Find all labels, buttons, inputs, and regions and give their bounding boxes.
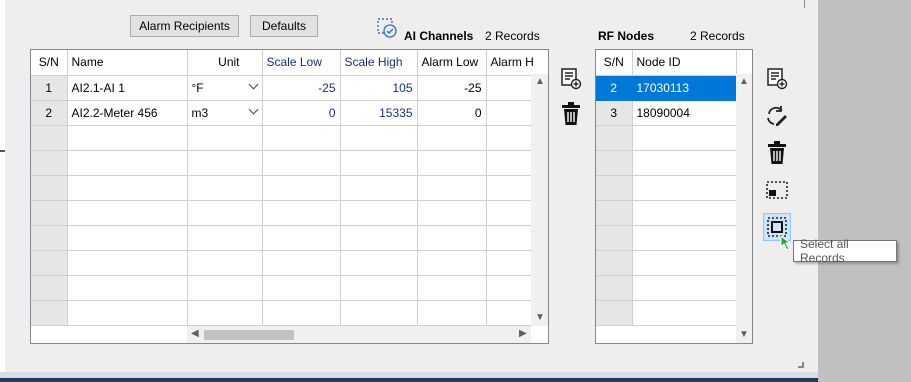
scroll-thumb[interactable]	[204, 330, 294, 340]
row-sn: 3	[596, 100, 633, 126]
scroll-up-icon[interactable]: ▲	[535, 77, 545, 87]
chevron-down-icon[interactable]	[248, 104, 258, 114]
row-alarm-low[interactable]: -25	[417, 75, 487, 101]
alarm-recipients-button[interactable]: Alarm Recipients	[130, 15, 239, 37]
add-record-button[interactable]	[558, 65, 584, 91]
row-scale-high[interactable]: 105	[340, 75, 418, 101]
row-scale-low[interactable]: -25	[262, 75, 341, 101]
resize-grip[interactable]	[796, 360, 804, 368]
add-record-icon	[767, 68, 788, 90]
col-header-alarm-low[interactable]: Alarm Low	[417, 50, 487, 76]
unit-value: m3	[191, 105, 209, 120]
add-record-icon	[561, 68, 582, 90]
unit-select[interactable]: °F	[187, 75, 263, 101]
rf-nodes-grid[interactable]: S/N Node ID 2 17030113 3 18090004	[595, 49, 753, 344]
empty-row	[31, 150, 548, 176]
col-header-alarm-high[interactable]: Alarm H	[486, 50, 548, 76]
col-header-node-id[interactable]: Node ID	[632, 50, 737, 76]
delete-record-button[interactable]	[558, 101, 584, 127]
edit-record-icon	[767, 106, 787, 126]
empty-row	[596, 300, 737, 326]
scroll-left-icon[interactable]: ◀	[191, 329, 199, 339]
taskbar-edge	[0, 378, 818, 382]
row-name[interactable]: AI2.1-AI 1	[67, 75, 188, 101]
table-row[interactable]: 2 17030113	[596, 75, 737, 101]
desktop-background	[818, 0, 911, 382]
delete-record-icon	[768, 141, 786, 164]
row-node-id[interactable]: 17030113	[632, 75, 737, 101]
table-row[interactable]: 2 AI2.2-Meter 456 m3 0 15335 0 1	[31, 100, 548, 126]
ai-channels-record-count: 2 Records	[485, 29, 540, 43]
ai-channels-grid[interactable]: S/N Name Unit Scale Low Scale High Alarm…	[30, 49, 549, 344]
scroll-up-icon[interactable]: ▲	[739, 77, 749, 87]
empty-row	[596, 125, 737, 151]
frame-tick	[0, 150, 5, 152]
deselect-icon	[766, 181, 788, 199]
tooltip: Select all Records	[793, 237, 897, 265]
empty-row	[596, 150, 737, 176]
empty-row	[31, 300, 548, 326]
rf-add-record-button[interactable]	[764, 65, 790, 91]
empty-row	[31, 175, 548, 201]
col-header-scale-low[interactable]: Scale Low	[262, 50, 341, 76]
empty-row	[596, 275, 737, 301]
rf-vertical-scrollbar[interactable]	[736, 74, 752, 343]
row-scale-high[interactable]: 15335	[340, 100, 418, 126]
ai-vertical-scrollbar[interactable]	[531, 74, 548, 326]
scroll-down-icon[interactable]: ▼	[739, 330, 749, 340]
row-alarm-low[interactable]: 0	[417, 100, 487, 126]
empty-row	[31, 275, 548, 301]
col-header-sn[interactable]: S/N	[596, 50, 633, 76]
unit-select[interactable]: m3	[187, 100, 263, 126]
empty-row	[31, 200, 548, 226]
empty-row	[596, 250, 737, 276]
table-header-row: S/N Node ID	[596, 50, 737, 76]
empty-row	[31, 225, 548, 251]
col-header-name[interactable]: Name	[67, 50, 188, 76]
row-sn: 1	[31, 75, 68, 101]
row-name[interactable]: AI2.2-Meter 456	[67, 100, 188, 126]
row-scale-low[interactable]: 0	[262, 100, 341, 126]
rf-nodes-table: S/N Node ID 2 17030113 3 18090004	[596, 50, 737, 326]
row-sn: 2	[31, 100, 68, 126]
col-header-scale-high[interactable]: Scale High	[340, 50, 418, 76]
defaults-button[interactable]: Defaults	[250, 15, 318, 37]
scroll-down-icon[interactable]: ▼	[535, 313, 545, 323]
empty-row	[596, 175, 737, 201]
empty-row	[31, 250, 548, 276]
rf-deselect-button[interactable]	[764, 177, 790, 203]
ai-channels-title: AI Channels	[404, 29, 474, 43]
unit-value: °F	[191, 80, 204, 95]
rf-edit-record-button[interactable]	[764, 103, 790, 129]
table-row[interactable]: 1 AI2.1-AI 1 °F -25 105 -25	[31, 75, 548, 101]
chevron-down-icon[interactable]	[248, 79, 258, 89]
frame-divider	[804, 0, 805, 8]
empty-row	[596, 225, 737, 251]
rf-nodes-title: RF Nodes	[598, 29, 655, 43]
row-sn: 2	[596, 75, 633, 101]
rf-nodes-record-count: 2 Records	[690, 29, 745, 43]
scroll-right-icon[interactable]: ▶	[519, 329, 527, 339]
channels-icon	[374, 16, 402, 42]
delete-record-icon	[562, 102, 580, 125]
ai-channels-table: S/N Name Unit Scale Low Scale High Alarm…	[31, 50, 548, 326]
table-header-row: S/N Name Unit Scale Low Scale High Alarm…	[31, 50, 548, 76]
col-header-unit[interactable]: Unit	[187, 50, 263, 76]
rf-delete-record-button[interactable]	[764, 140, 790, 166]
col-header-sn[interactable]: S/N	[31, 50, 68, 76]
empty-row	[31, 125, 548, 151]
row-node-id[interactable]: 18090004	[632, 100, 737, 126]
table-row[interactable]: 3 18090004	[596, 100, 737, 126]
empty-row	[596, 200, 737, 226]
